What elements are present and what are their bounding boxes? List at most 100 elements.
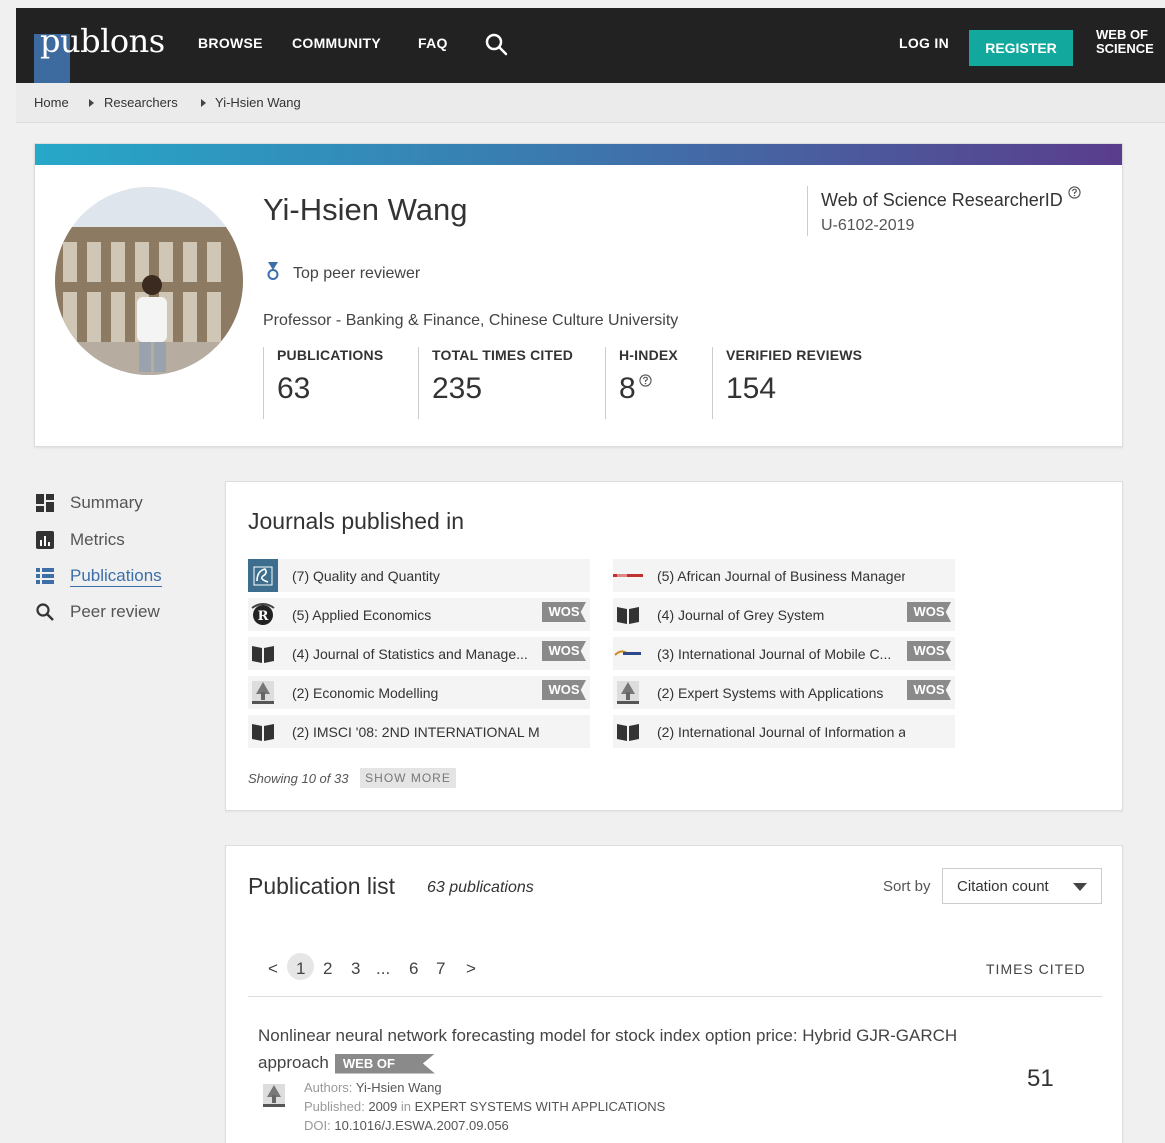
- journal-label: (4) Journal of Grey System: [657, 607, 825, 623]
- publication-authors: Authors: Yi-Hsien Wang: [304, 1080, 442, 1095]
- journal-item[interactable]: (2) Expert Systems with Applications WOS: [613, 676, 955, 709]
- wos-tag: WOS: [907, 680, 951, 700]
- stat-label: PUBLICATIONS: [277, 347, 384, 363]
- profile-header-bar: [35, 144, 1122, 165]
- inderscience-logo-icon: [614, 650, 641, 656]
- wos-tag: WOS: [907, 602, 951, 622]
- times-cited-value: 51: [1027, 1065, 1054, 1092]
- search-icon: [36, 603, 54, 621]
- pager-ellipsis: ...: [376, 959, 391, 978]
- pager-next[interactable]: >: [466, 959, 476, 979]
- wos-line-1: WEB OF: [1096, 27, 1148, 42]
- stat-label: VERIFIED REVIEWS: [726, 347, 863, 363]
- elsevier-logo-icon: [263, 1084, 285, 1107]
- publication-list-card: Publication list 63 publications Sort by…: [225, 845, 1123, 1143]
- help-icon[interactable]: [1068, 186, 1081, 199]
- journal-label: (3) International Journal of Mobile C...: [657, 646, 892, 662]
- pager-page-1[interactable]: 1: [296, 959, 305, 979]
- wos-tag: WOS: [542, 602, 586, 622]
- stat-publications[interactable]: PUBLICATIONS 63: [263, 347, 383, 419]
- researcher-id-label: Web of Science ResearcherID: [821, 186, 1081, 211]
- publons-logo[interactable]: publons: [34, 22, 176, 84]
- times-cited-header: TIMES CITED: [986, 961, 1086, 977]
- journal-item[interactable]: (7) Quality and Quantity: [248, 559, 590, 592]
- journal-label: (2) Expert Systems with Applications: [657, 685, 884, 701]
- register-button[interactable]: REGISTER: [969, 30, 1073, 66]
- nav-faq[interactable]: FAQ: [418, 35, 448, 51]
- showing-count: Showing 10 of 33: [248, 771, 349, 786]
- stat-h-index[interactable]: H-INDEX 8: [605, 347, 678, 419]
- journal-label: (2) IMSCI '08: 2ND INTERNATIONAL MULTI-.…: [292, 724, 540, 740]
- pager-page-7[interactable]: 7: [436, 959, 445, 979]
- wos-tag: WOS: [542, 680, 586, 700]
- journal-item[interactable]: (2) International Journal of Information…: [613, 715, 955, 748]
- pager-prev[interactable]: <: [268, 959, 278, 979]
- sidebar-item-label: Publications: [70, 566, 162, 587]
- researcher-position: Professor - Banking & Finance, Chinese C…: [263, 312, 679, 329]
- breadcrumb-researchers[interactable]: Researchers: [104, 95, 178, 110]
- journal-label: (5) Applied Economics: [292, 607, 432, 623]
- pager-page-3[interactable]: 3: [351, 959, 360, 979]
- medal-icon: [267, 262, 279, 280]
- svg-text:R: R: [258, 609, 269, 624]
- publication-title[interactable]: Nonlinear neural network forecasting mod…: [258, 1022, 998, 1076]
- researcher-id-value: U-6102-2019: [821, 217, 915, 234]
- journal-item[interactable]: (3) International Journal of Mobile C...…: [613, 637, 955, 670]
- web-of-science-tag: WEB OF: [334, 1053, 435, 1074]
- breadcrumb-current: Yi-Hsien Wang: [215, 95, 301, 110]
- show-more-button[interactable]: SHOW MORE: [360, 768, 456, 788]
- stat-value: 63: [277, 372, 311, 405]
- journal-item[interactable]: (5) African Journal of Business Manageme…: [613, 559, 955, 592]
- login-link[interactable]: LOG IN: [899, 35, 949, 51]
- stat-value: 235: [432, 372, 483, 405]
- journals-title: Journals published in: [248, 508, 465, 534]
- wos-tag: WOS: [542, 641, 586, 661]
- journal-label: (5) African Journal of Business Manageme…: [657, 568, 905, 584]
- avatar: [55, 187, 243, 375]
- publication-list-title: Publication list: [248, 873, 396, 899]
- stat-total-times-cited[interactable]: TOTAL TIMES CITED 235: [418, 347, 573, 419]
- pager-page-2[interactable]: 2: [323, 959, 332, 979]
- routledge-logo-icon: R: [251, 603, 275, 625]
- book-icon: [617, 607, 639, 624]
- researcher-id-block: Web of Science ResearcherID U-6102-2019: [807, 186, 1081, 236]
- book-icon: [252, 646, 274, 663]
- web-of-science-link[interactable]: WEB OF SCIENCE: [1096, 28, 1165, 56]
- sort-select[interactable]: Citation count: [942, 868, 1102, 904]
- top-nav: publons BROWSE COMMUNITY FAQ LOG IN REGI…: [16, 8, 1165, 84]
- stat-verified-reviews[interactable]: VERIFIED REVIEWS 154: [712, 347, 862, 419]
- search-icon[interactable]: [484, 32, 510, 58]
- help-icon[interactable]: [639, 374, 652, 387]
- bar-chart-icon: [36, 531, 54, 549]
- stat-value: 154: [726, 372, 777, 405]
- journal-label: (7) Quality and Quantity: [292, 568, 440, 584]
- logo-text: publons: [40, 22, 165, 60]
- sort-select-value: Citation count: [957, 878, 1049, 895]
- journal-item[interactable]: (4) Journal of Grey System WOS: [613, 598, 955, 631]
- journals-card: Journals published in (7) Quality and Qu…: [225, 481, 1123, 811]
- publication-doi: DOI: 10.1016/J.ESWA.2007.09.056: [304, 1118, 509, 1133]
- nav-community[interactable]: COMMUNITY: [292, 35, 381, 51]
- journal-label: (2) International Journal of Information…: [657, 724, 905, 740]
- elsevier-logo-icon: [617, 681, 639, 704]
- publication-published: Published: 2009 in EXPERT SYSTEMS WITH A…: [304, 1099, 666, 1114]
- list-icon: [36, 568, 54, 584]
- journal-item[interactable]: (4) Journal of Statistics and Manage... …: [248, 637, 590, 670]
- breadcrumb: Home Researchers Yi-Hsien Wang: [16, 83, 1165, 123]
- academic-journals-logo-icon: [613, 574, 643, 577]
- researcher-name: Yi-Hsien Wang: [263, 192, 468, 227]
- divider: [248, 996, 1102, 997]
- sidebar-item-label: Metrics: [70, 530, 125, 549]
- elsevier-logo-icon: [252, 681, 274, 704]
- breadcrumb-arrow-icon: [201, 99, 206, 107]
- journal-label: (4) Journal of Statistics and Manage...: [292, 646, 528, 662]
- journal-label: (2) Economic Modelling: [292, 685, 439, 701]
- journal-item[interactable]: (2) Economic Modelling WOS: [248, 676, 590, 709]
- breadcrumb-home[interactable]: Home: [34, 95, 69, 110]
- pager-page-6[interactable]: 6: [409, 959, 418, 979]
- nav-browse[interactable]: BROWSE: [198, 35, 263, 51]
- breadcrumb-arrow-icon: [89, 99, 94, 107]
- sort-by-label: Sort by: [883, 878, 931, 895]
- journal-item[interactable]: R (5) Applied Economics WOS: [248, 598, 590, 631]
- journal-item[interactable]: (2) IMSCI '08: 2ND INTERNATIONAL MULTI-.…: [248, 715, 590, 748]
